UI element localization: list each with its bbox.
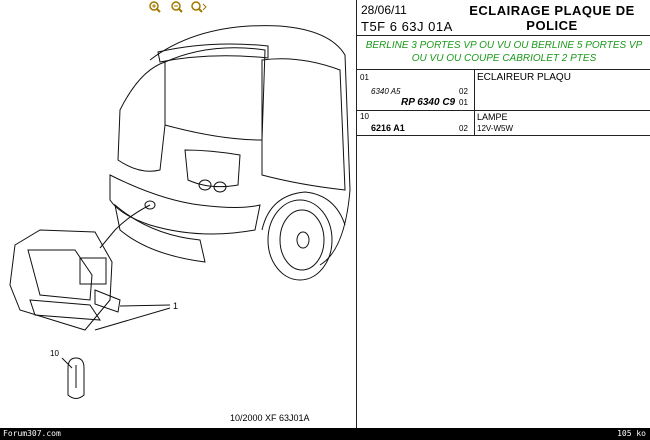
- panel-header: 28/06/11 T5F 6 63J 01A ECLAIRAGE PLAQUE …: [357, 0, 650, 36]
- parts-diagram: 1 10 10/2000 XF 63J01A: [9, 25, 351, 423]
- plate-lamp-lens: [29, 299, 101, 321]
- parts-info-panel: 28/06/11 T5F 6 63J 01A ECLAIRAGE PLAQUE …: [356, 0, 650, 428]
- leader-line: [99, 204, 151, 249]
- col-divider: [474, 69, 475, 110]
- section-title-line-2: POLICE: [526, 18, 578, 33]
- part-row-01[interactable]: 01 6340 A5 RP 6340 C9 02 01 ECLAIREUR PL…: [357, 69, 650, 111]
- part-01-index: 01: [360, 73, 369, 82]
- part-10-number: 6216 A1: [371, 123, 405, 133]
- part-01-number: RP 6340 C9: [401, 97, 456, 108]
- zoom-out-icon[interactable]: [168, 0, 186, 14]
- doc-reference: T5F 6 63J 01A: [361, 19, 453, 34]
- zoom-in-icon[interactable]: [146, 0, 164, 14]
- site-watermark: Forum307.com: [3, 429, 61, 438]
- zoom-fit-icon[interactable]: [190, 0, 208, 14]
- part-01-description: ECLAIREUR PLAQU: [477, 72, 571, 83]
- diagram-footer: 10/2000 XF 63J01A: [230, 413, 310, 423]
- callout-1-line-a: [119, 304, 171, 307]
- file-size: 105 ko: [617, 429, 646, 438]
- part-01-qty-top: 02: [459, 87, 468, 96]
- part-01-sub-ref: 6340 A5: [371, 87, 401, 96]
- zoom-toolbar: [146, 0, 208, 14]
- part-10-spec: 12V-W5W: [477, 124, 514, 133]
- callout-10-label: 10: [50, 349, 59, 358]
- car-tail-light: [184, 149, 241, 188]
- section-title: ECLAIRAGE PLAQUE DE POLICE: [463, 3, 641, 33]
- models-row: BERLINE 3 PORTES VP OU VU OU BERLINE 5 P…: [357, 35, 650, 70]
- part-10-index: 10: [360, 112, 369, 121]
- car-wheel-arch: [261, 191, 346, 231]
- car-wheel-rim: [279, 209, 325, 271]
- car-rear-bumper: [109, 174, 261, 235]
- part-01-qty-bottom: 01: [459, 98, 468, 107]
- part-10-description: LAMPE: [477, 112, 508, 122]
- car-rear-window: [164, 47, 266, 141]
- status-bar: Forum307.com 105 ko: [0, 428, 650, 440]
- car-side: [261, 58, 346, 191]
- car-wheel: [267, 199, 333, 281]
- part-row-10[interactable]: 10 6216 A1 02 LAMPE 12V-W5W: [357, 110, 650, 136]
- plate-lamp-clip: [94, 289, 121, 313]
- col-divider: [474, 110, 475, 135]
- part-10-qty: 02: [459, 124, 468, 133]
- callout-1-label: 1: [173, 301, 178, 311]
- section-title-line-1: ECLAIRAGE PLAQUE DE: [469, 3, 635, 18]
- plate-lamp-connector: [79, 257, 107, 285]
- car-spoiler: [157, 43, 269, 63]
- callout-1-line-b: [94, 307, 171, 331]
- doc-date: 28/06/11: [361, 3, 407, 17]
- car-tailgate: [117, 61, 166, 172]
- car-roof-outline: [149, 25, 351, 266]
- car-wheel-hub: [296, 231, 310, 249]
- models-text: BERLINE 3 PORTES VP OU VU OU BERLINE 5 P…: [365, 40, 643, 64]
